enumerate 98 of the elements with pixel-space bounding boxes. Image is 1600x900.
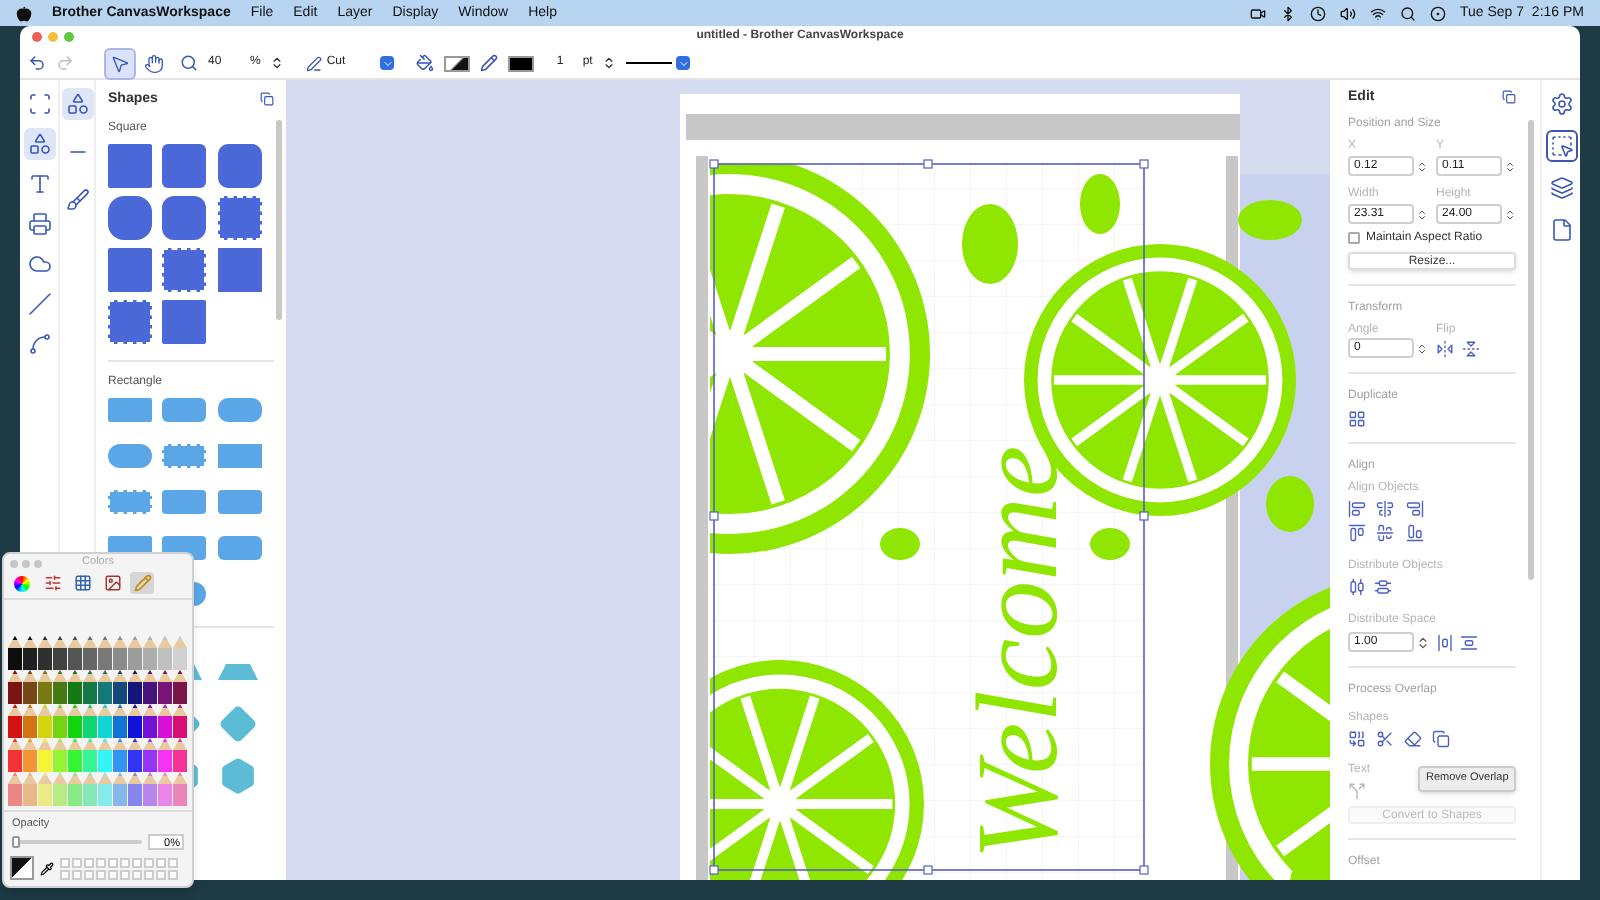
brush-icon (65, 188, 89, 212)
scissors-icon[interactable] (1376, 730, 1394, 748)
stepper-icon[interactable] (270, 56, 285, 70)
square-shape-button[interactable] (162, 300, 207, 344)
pencil-icon[interactable] (480, 54, 499, 72)
cloud-icon (27, 252, 51, 276)
flip-vertical-icon[interactable] (1462, 339, 1480, 357)
pencil-icon (133, 574, 151, 592)
square-shape-button[interactable] (108, 196, 152, 240)
square-shape-button[interactable] (162, 196, 207, 240)
eraser-icon[interactable] (1404, 730, 1422, 748)
pointer-tool-button[interactable] (104, 47, 136, 79)
stepper-icon[interactable] (1416, 635, 1430, 649)
video-icon[interactable] (1250, 5, 1266, 21)
rectangle-shape-button[interactable] (217, 490, 262, 514)
distribute-vertical-icon[interactable] (1374, 578, 1392, 596)
circle-dot-icon[interactable] (1430, 5, 1446, 21)
sliders-icon (43, 574, 61, 592)
layers-tool-button[interactable] (1545, 172, 1577, 204)
square-shape-button[interactable] (217, 196, 262, 240)
swatch-grid[interactable] (60, 857, 178, 879)
square-shape-button[interactable] (162, 248, 207, 292)
current-color-swatch[interactable] (10, 856, 34, 880)
rectangle-shape-button[interactable] (108, 444, 152, 468)
distribute-horizontal-icon[interactable] (1348, 578, 1366, 596)
image-icon (103, 574, 121, 592)
align-top-icon[interactable] (1348, 524, 1366, 542)
line-tool-button[interactable] (23, 288, 55, 320)
rectangle-shape-button[interactable] (108, 490, 152, 514)
color-mode-tab[interactable] (100, 572, 124, 594)
align-left-icon[interactable] (1348, 500, 1366, 518)
scanner-icon (27, 212, 51, 236)
scanner-tool-button[interactable] (23, 208, 55, 240)
zoom-icon[interactable] (180, 54, 198, 72)
text-icon (27, 172, 51, 196)
search-icon[interactable] (1400, 5, 1416, 21)
detach-panel-icon[interactable] (1502, 90, 1516, 104)
undo-icon[interactable] (28, 54, 46, 72)
color-wheel-icon (14, 575, 30, 591)
page-icon (1549, 218, 1573, 242)
brush-tool-button[interactable] (61, 184, 93, 216)
stroke-swatch[interactable] (508, 55, 535, 71)
apple-icon[interactable] (16, 5, 32, 21)
shapes-icon (65, 92, 89, 116)
stepper-icon[interactable] (602, 56, 617, 70)
square-shape-button[interactable] (217, 144, 262, 188)
selection-box-icon (27, 92, 51, 116)
color-mode-tab[interactable] (70, 572, 94, 594)
eyedropper-icon[interactable] (40, 861, 54, 875)
paint-bucket-icon[interactable] (416, 54, 435, 72)
layers-icon (1549, 176, 1573, 200)
hand-icon (144, 53, 164, 73)
line-style-dropdown[interactable] (626, 53, 691, 73)
opacity-slider-thumb[interactable] (12, 836, 20, 848)
duplicate-grid-icon[interactable] (1348, 410, 1366, 428)
shapes-icon (27, 132, 51, 156)
pointer-icon (110, 53, 130, 73)
space-vertical-icon[interactable] (1460, 633, 1478, 651)
fill-swatch[interactable] (444, 55, 471, 71)
space-horizontal-icon[interactable] (1436, 633, 1454, 651)
line-icon (27, 292, 51, 316)
rectangle-shape-button[interactable] (162, 444, 207, 468)
rectangle-shape-button[interactable] (217, 444, 262, 468)
color-mode-tab[interactable] (130, 572, 154, 594)
curve-icon (27, 332, 51, 356)
rectangle-shape-button[interactable] (162, 398, 207, 422)
align-right-icon[interactable] (1405, 500, 1424, 518)
rectangle-shape-button[interactable] (217, 536, 262, 560)
square-shape-button[interactable] (108, 300, 152, 344)
chevron-down-icon (677, 57, 690, 69)
scrollbar[interactable] (276, 120, 282, 320)
square-shape-button[interactable] (217, 248, 262, 292)
colored-pencils-drawing[interactable] (8, 636, 188, 806)
chevron-down-icon (381, 57, 394, 69)
settings-icon (1549, 92, 1573, 116)
shapes-tool-button[interactable] (61, 88, 93, 120)
rectangle-shape-button[interactable] (217, 398, 262, 422)
rectangle-shape-button[interactable] (162, 490, 207, 514)
detach-panel-icon[interactable] (260, 92, 274, 106)
pen-icon (306, 55, 323, 71)
align-bottom-icon[interactable] (1405, 524, 1424, 542)
color-mode-tab[interactable] (40, 572, 64, 594)
selection-edit-icon (1549, 134, 1573, 158)
square-shape-button[interactable] (162, 144, 207, 188)
color-mode-tab[interactable] (10, 572, 34, 594)
wifi-icon[interactable] (1370, 5, 1386, 21)
align-center-icon[interactable] (1376, 500, 1395, 518)
scrollbar[interactable] (1528, 120, 1534, 580)
bluetooth-icon[interactable] (1280, 5, 1296, 21)
volume-icon[interactable] (1340, 5, 1356, 21)
flip-horizontal-icon[interactable] (1436, 339, 1454, 357)
align-middle-icon[interactable] (1376, 524, 1395, 542)
overlap-icon[interactable] (1432, 730, 1450, 748)
shapes-tool-button[interactable] (23, 128, 55, 160)
palette-grid-icon (73, 574, 91, 592)
clock-icon[interactable] (1310, 5, 1326, 21)
checkbox[interactable] (1348, 232, 1360, 244)
selection-edit-tool-button[interactable] (1545, 130, 1577, 162)
